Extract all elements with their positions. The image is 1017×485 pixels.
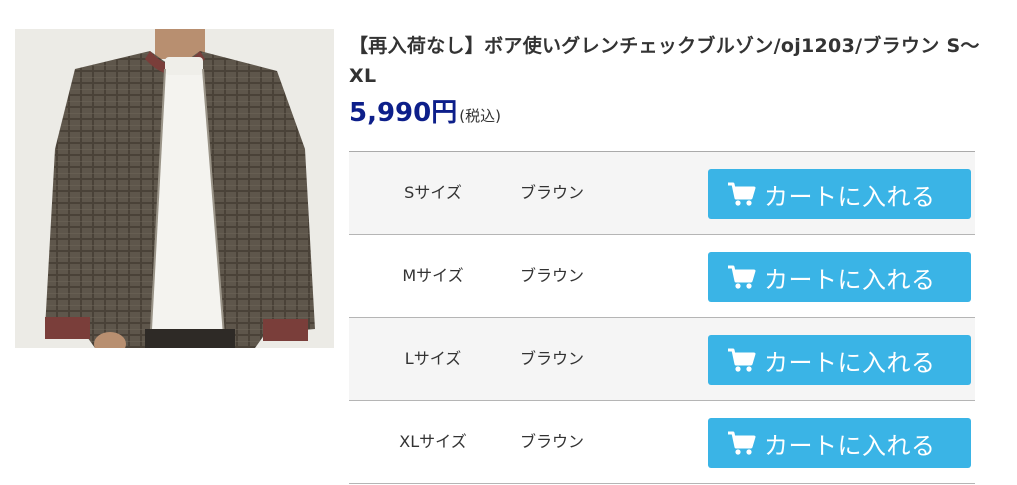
- tax-note: (税込): [459, 107, 501, 125]
- variant-row: Sサイズ ブラウン カートに入れる: [349, 152, 975, 235]
- variant-color: ブラウン: [519, 349, 584, 368]
- price-value: 5,990円: [349, 98, 458, 128]
- shopping-cart-icon: [728, 431, 756, 455]
- cart-button-label: カートに入れる: [764, 348, 936, 377]
- shopping-cart-icon: [728, 182, 756, 206]
- variant-size: Mサイズ: [402, 266, 464, 285]
- add-to-cart-button[interactable]: カートに入れる: [708, 252, 971, 302]
- variant-row: Lサイズ ブラウン カートに入れる: [349, 318, 975, 401]
- shopping-cart-icon: [728, 265, 756, 289]
- variant-table: Sサイズ ブラウン カートに入れる Mサイズ ブラウン カートに入れる Lサイズ: [349, 151, 975, 484]
- variant-row: XLサイズ ブラウン カートに入れる: [349, 401, 975, 484]
- shopping-cart-icon: [728, 348, 756, 372]
- cart-button-label: カートに入れる: [764, 182, 936, 211]
- price-row: 5,990円 (税込): [349, 92, 501, 128]
- add-to-cart-button[interactable]: カートに入れる: [708, 169, 971, 219]
- add-to-cart-button[interactable]: カートに入れる: [708, 418, 971, 468]
- variant-row: Mサイズ ブラウン カートに入れる: [349, 235, 975, 318]
- variant-color: ブラウン: [519, 432, 584, 451]
- variant-color: ブラウン: [519, 183, 584, 202]
- jacket-photo: [15, 29, 334, 348]
- variant-size: Sサイズ: [404, 183, 462, 202]
- product-image[interactable]: [15, 29, 334, 348]
- add-to-cart-button[interactable]: カートに入れる: [708, 335, 971, 385]
- variant-size: Lサイズ: [404, 349, 462, 368]
- variant-size: XLサイズ: [399, 432, 467, 451]
- cart-button-label: カートに入れる: [764, 431, 936, 460]
- cart-button-label: カートに入れる: [764, 265, 936, 294]
- variant-color: ブラウン: [519, 266, 584, 285]
- product-title: 【再入荷なし】ボア使いグレンチェックブルゾン/oj1203/ブラウン S〜XL: [349, 35, 980, 87]
